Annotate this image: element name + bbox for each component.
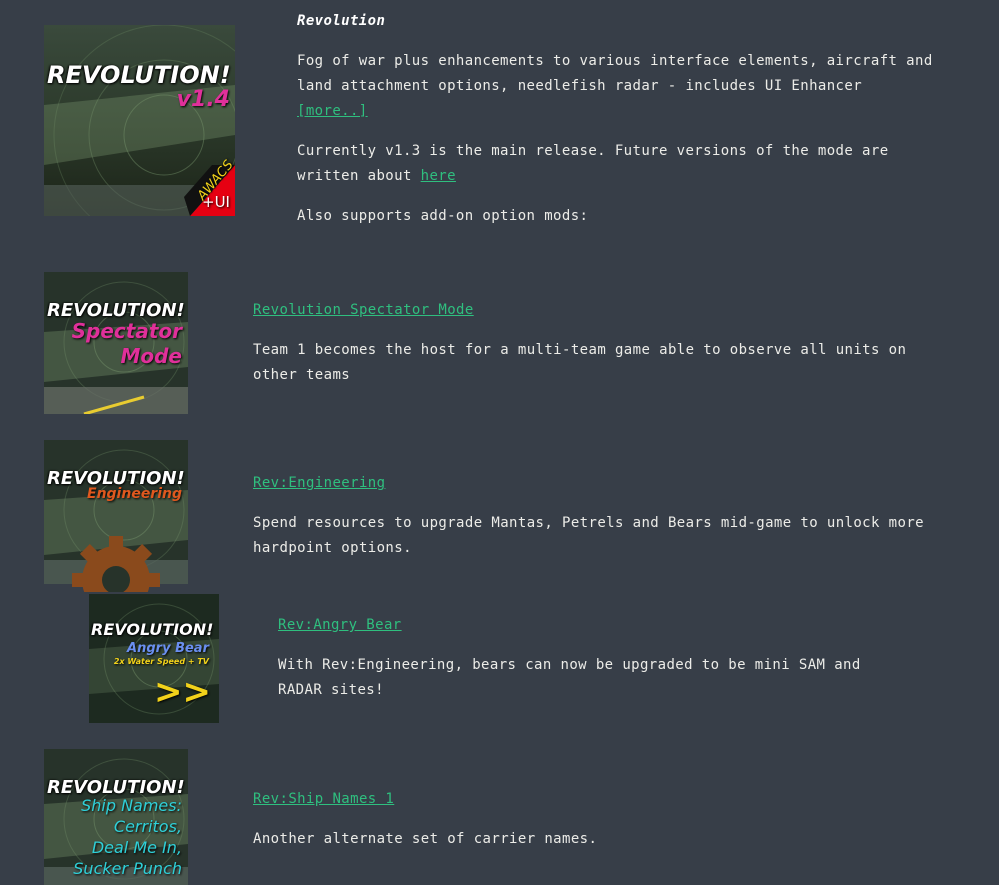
thumbnail-subtitle-1: Ship Names: [81, 796, 182, 815]
thumbnail-title: REVOLUTION! [47, 61, 231, 89]
thumbnail-subtitle-1: Engineering [87, 486, 182, 502]
double-arrow-icon: >> [154, 672, 211, 712]
thumbnail-subtitle-1: Angry Bear [127, 641, 209, 656]
engineering-thumbnail-art [44, 440, 188, 592]
angry-bear-thumbnail[interactable]: REVOLUTION! Angry Bear 2x Water Speed + … [89, 594, 219, 723]
engineering-thumbnail[interactable]: REVOLUTION! Engineering [44, 440, 188, 592]
spectator-mode-link[interactable]: Revolution Spectator Mode [253, 302, 474, 318]
thumbnail-subtitle-1: Spectator [71, 319, 182, 343]
main-mod-info: Revolution Fog of war plus enhancements … [297, 9, 957, 229]
spectator-mode-description: Team 1 becomes the host for a multi-team… [253, 342, 907, 383]
engineering-description: Spend resources to upgrade Mantas, Petre… [253, 515, 924, 556]
engineering-link[interactable]: Rev:Engineering [253, 475, 385, 491]
thumbnail-subtitle-2: Cerritos, [113, 817, 182, 836]
main-mod-description: Fog of war plus enhancements to various … [297, 49, 957, 124]
main-mod-title: Revolution [297, 9, 957, 34]
ship-names-thumbnail[interactable]: REVOLUTION! Ship Names: Cerritos, Deal M… [44, 749, 188, 885]
revolution-thumbnail[interactable]: REVOLUTION! v1.4 AWACS +UI [44, 25, 235, 216]
angry-bear-link[interactable]: Rev:Angry Bear [278, 617, 402, 633]
thumbnail-version: v1.4 [176, 87, 230, 112]
addons-intro: Also supports add-on option mods: [297, 208, 589, 224]
thumbnail-subtitle-4: Sucker Punch [73, 859, 182, 878]
thumbnail-subtitle-2: 2x Water Speed + TV [113, 657, 209, 666]
angry-bear-description: With Rev:Engineering, bears can now be u… [278, 657, 861, 698]
thumbnail-subtitle-3: Deal Me In, [91, 838, 182, 857]
thumbnail-badge-ui: +UI [202, 193, 230, 211]
ship-names-link[interactable]: Rev:Ship Names 1 [253, 791, 394, 807]
thumbnail-title: REVOLUTION! [47, 777, 185, 798]
more-link[interactable]: [more..] [297, 103, 368, 119]
main-mod-title-text: Revolution [297, 13, 386, 29]
addon-ship-names: Rev:Ship Names 1 Another alternate set o… [253, 787, 943, 852]
addon-angry-bear: Rev:Angry Bear With Rev:Engineering, bea… [278, 613, 878, 703]
thumbnail-title: REVOLUTION! [47, 300, 185, 321]
ship-names-description: Another alternate set of carrier names. [253, 831, 598, 847]
addon-spectator: Revolution Spectator Mode Team 1 becomes… [253, 298, 943, 388]
spectator-thumbnail-art [44, 272, 188, 414]
thumbnail-subtitle-2: Mode [120, 344, 182, 368]
release-info-text: Currently v1.3 is the main release. Futu… [297, 143, 889, 184]
spectator-mode-thumbnail[interactable]: REVOLUTION! Spectator Mode [44, 272, 188, 414]
here-link[interactable]: here [421, 168, 456, 184]
release-info: Currently v1.3 is the main release. Futu… [297, 139, 957, 189]
addon-engineering: Rev:Engineering Spend resources to upgra… [253, 471, 943, 561]
thumbnail-title: REVOLUTION! [91, 620, 214, 639]
main-mod-description-text: Fog of war plus enhancements to various … [297, 53, 933, 94]
